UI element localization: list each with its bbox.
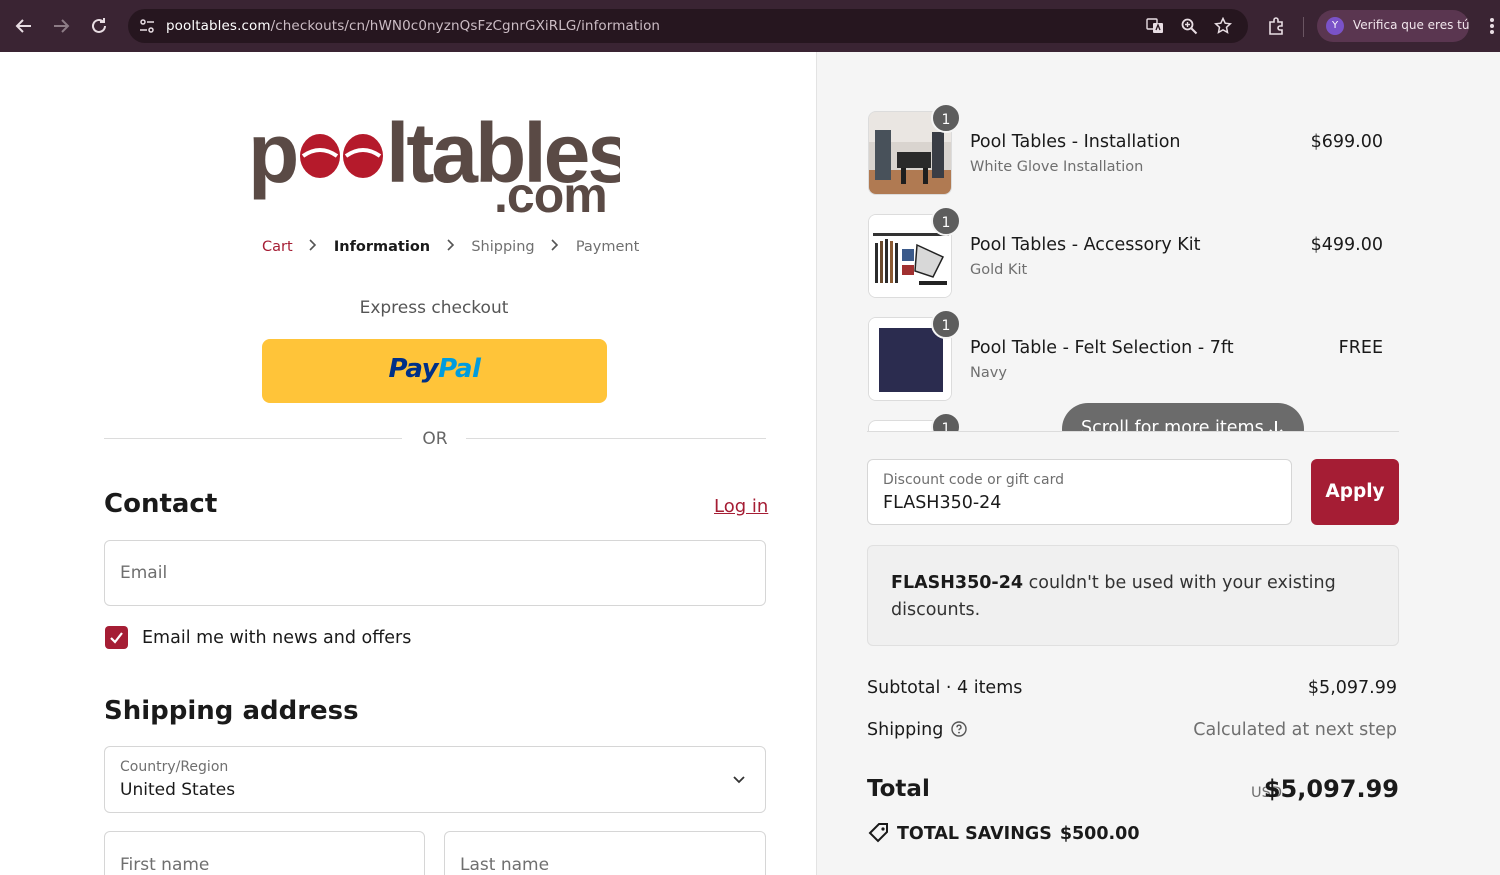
discount-error-code: FLASH350-24: [891, 573, 1024, 593]
quantity-badge: 1: [931, 103, 961, 133]
help-circle-icon[interactable]: [951, 721, 968, 737]
breadcrumb: Cart Information Shipping Payment: [262, 239, 639, 255]
country-value: United States: [120, 780, 236, 800]
item-variant: White Glove Installation: [970, 159, 1144, 175]
toolbar-separator: [1303, 17, 1304, 37]
scroll-hint-label: Scroll for more items: [1081, 418, 1264, 432]
item-title: Pool Tables - Installation: [970, 132, 1181, 152]
quantity-badge: 1: [931, 309, 961, 339]
line-item: 1 Pool Tables - Accessory Kit Gold Kit $…: [867, 205, 1399, 298]
total-savings-row: TOTAL SAVINGS $500.00: [867, 821, 1140, 845]
forward-arrow-icon[interactable]: [49, 14, 73, 38]
line-items-list[interactable]: 1 Pool Tables - Installation White Glove…: [867, 102, 1402, 432]
item-price: $499.00: [1310, 235, 1383, 255]
chevron-right-icon: [550, 239, 560, 255]
item-price: FREE: [1338, 338, 1383, 358]
subtotal-value: $5,097.99: [1307, 678, 1397, 698]
breadcrumb-payment: Payment: [575, 239, 640, 255]
svg-text:.com: .com: [494, 167, 607, 218]
newsletter-label[interactable]: Email me with news and offers: [142, 628, 411, 648]
total-label: Total: [867, 776, 930, 802]
chevron-right-icon: [446, 239, 456, 255]
breadcrumb-shipping: Shipping: [471, 239, 535, 255]
first-name-field[interactable]: First name: [104, 831, 425, 875]
newsletter-checkbox[interactable]: [105, 626, 128, 649]
line-item: 1 Pool Table - Felt Selection - 7ft Navy…: [867, 308, 1399, 401]
items-divider: [867, 431, 1399, 432]
shipping-address-heading: Shipping address: [104, 696, 359, 726]
subtotal-label: Subtotal · 4 items: [867, 678, 1023, 698]
express-checkout-label: Express checkout: [359, 298, 509, 318]
paypal-logo: PayPal: [388, 354, 481, 384]
item-title: Pool Table - Felt Selection - 7ft: [970, 338, 1234, 358]
login-link[interactable]: Log in: [714, 496, 768, 517]
discount-error-notice: FLASH350-24 couldn't be used with your e…: [867, 545, 1399, 646]
contact-heading: Contact: [104, 489, 218, 519]
item-title: Pool Tables - Accessory Kit: [970, 235, 1201, 255]
translate-icon[interactable]: [1146, 17, 1164, 35]
email-field[interactable]: Email: [104, 540, 766, 606]
url-path: /checkouts/cn/hWN0c0nyznQsFzCgnrGXiRLG/i…: [270, 18, 661, 34]
discount-value: FLASH350-24: [883, 493, 1002, 513]
pooltables-logo[interactable]: p ltables .com: [248, 100, 634, 223]
discount-error-message: FLASH350-24 couldn't be used with your e…: [891, 570, 1371, 624]
profile-chip[interactable]: Y Verifica que eres tú: [1317, 10, 1469, 42]
country-label: Country/Region: [120, 759, 229, 775]
email-placeholder: Email: [120, 563, 168, 583]
discount-code-input[interactable]: Discount code or gift card FLASH350-24: [867, 459, 1292, 525]
scroll-for-more-items-button[interactable]: Scroll for more items: [1062, 403, 1304, 432]
profile-label: Verifica que eres tú: [1353, 18, 1470, 32]
price-tag-icon: [867, 821, 891, 845]
bookmark-star-icon[interactable]: [1213, 16, 1233, 35]
url-text: pooltables.com/checkouts/cn/hWN0c0nyznQs…: [166, 18, 660, 34]
or-label: OR: [422, 429, 448, 449]
url-host: pooltables.com: [166, 18, 271, 34]
breadcrumb-cart[interactable]: Cart: [262, 239, 293, 255]
savings-label: TOTAL SAVINGS: [897, 824, 1052, 844]
last-name-placeholder: Last name: [460, 855, 550, 875]
shipping-value: Calculated at next step: [1193, 720, 1397, 740]
shipping-label: Shipping: [867, 720, 944, 740]
order-summary-column: 1 Pool Tables - Installation White Glove…: [816, 52, 1500, 875]
paypal-button[interactable]: PayPal: [262, 339, 607, 403]
apply-button[interactable]: Apply: [1311, 459, 1399, 525]
back-arrow-icon[interactable]: [12, 14, 36, 38]
item-variant: Gold Kit: [970, 262, 1028, 278]
browser-toolbar: pooltables.com/checkouts/cn/hWN0c0nyznQs…: [0, 0, 1500, 52]
zoom-icon[interactable]: [1180, 17, 1198, 35]
line-item: 1 Pool Tables - Installation White Glove…: [867, 102, 1399, 195]
address-bar[interactable]: pooltables.com/checkouts/cn/hWN0c0nyznQs…: [128, 9, 1248, 43]
chevron-right-icon: [308, 239, 318, 255]
discount-label: Discount code or gift card: [883, 472, 1064, 488]
total-value: $5,097.99: [1263, 775, 1399, 803]
checkout-form-column: p ltables .com Cart Information Shipping…: [0, 52, 816, 875]
or-divider: OR: [104, 428, 766, 452]
chevron-down-icon: [731, 771, 747, 787]
savings-value: $500.00: [1059, 824, 1140, 844]
country-select[interactable]: Country/Region United States: [104, 746, 766, 813]
item-variant: Navy: [970, 365, 1007, 381]
quantity-badge: 1: [931, 412, 961, 432]
avatar: Y: [1326, 17, 1344, 35]
breadcrumb-information: Information: [333, 239, 431, 255]
extensions-icon[interactable]: [1266, 16, 1286, 36]
last-name-field[interactable]: Last name: [444, 831, 766, 875]
quantity-badge: 1: [931, 206, 961, 236]
reload-icon[interactable]: [87, 14, 111, 38]
item-price: $699.00: [1310, 132, 1383, 152]
checkmark-icon: [110, 632, 123, 644]
site-info-icon[interactable]: [138, 17, 156, 35]
svg-text:p: p: [248, 106, 299, 200]
kebab-menu-icon[interactable]: [1484, 14, 1500, 38]
shipping-label-row: Shipping: [867, 720, 968, 740]
first-name-placeholder: First name: [120, 855, 210, 875]
